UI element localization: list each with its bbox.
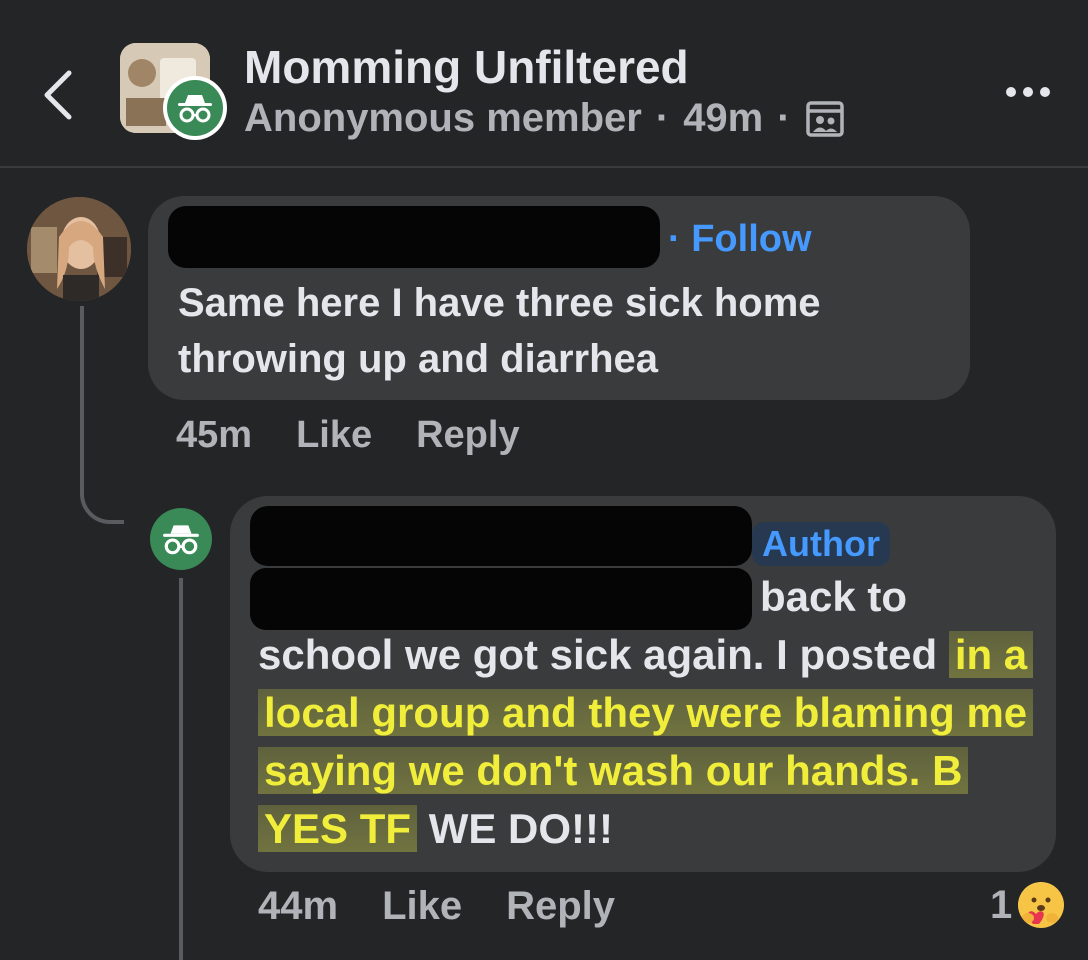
separator-dot: ·	[777, 96, 791, 140]
incognito-icon	[163, 525, 199, 555]
reply-button[interactable]: Reply	[506, 884, 615, 929]
like-button[interactable]: Like	[296, 414, 372, 457]
thread-line	[179, 578, 183, 960]
reply-text-end: WE DO!!!	[417, 805, 613, 852]
author-badge: Author	[752, 522, 890, 566]
comment-time[interactable]: 45m	[176, 414, 252, 457]
redacted-name	[168, 206, 660, 268]
comment-text: Same here I have three sick home throwin…	[178, 281, 821, 381]
more-options-button[interactable]	[996, 72, 1060, 112]
care-emoji-icon	[1018, 882, 1065, 928]
like-button[interactable]: Like	[382, 884, 462, 929]
thread-elbow	[80, 460, 124, 524]
poster-name: Anonymous member	[244, 96, 642, 140]
separator-dot: ·	[655, 96, 670, 140]
anonymous-avatar	[163, 76, 227, 140]
commenter-avatar[interactable]	[27, 197, 131, 301]
reaction-count: 1	[990, 882, 1013, 927]
thread-line	[80, 306, 84, 466]
chevron-left-icon	[44, 70, 72, 120]
post-meta: Anonymous member · 49m ·	[244, 96, 845, 141]
redacted-text	[250, 568, 752, 630]
comment-actions: 45m Like Reply	[176, 414, 520, 457]
reaction-summary[interactable]: 1	[990, 882, 1065, 928]
post-time[interactable]: 49m	[683, 96, 763, 141]
reply-text-line1: back to	[760, 573, 908, 620]
back-button[interactable]	[28, 58, 88, 132]
group-name[interactable]: Momming Unfiltered	[244, 40, 689, 94]
reply-actions: 44m Like Reply	[258, 884, 615, 929]
private-group-icon[interactable]	[805, 99, 845, 139]
reply-time[interactable]: 44m	[258, 884, 338, 929]
redacted-name	[250, 506, 752, 566]
incognito-icon	[178, 95, 212, 123]
anonymous-avatar	[150, 508, 212, 570]
follow-link[interactable]: · Follow	[668, 218, 812, 261]
reply-button[interactable]: Reply	[416, 414, 519, 457]
reply-text: school we got sick again. I posted in a …	[258, 626, 1038, 858]
reply-text-plain: school we got sick again. I posted	[258, 631, 949, 678]
more-dots-icon	[1006, 87, 1016, 97]
